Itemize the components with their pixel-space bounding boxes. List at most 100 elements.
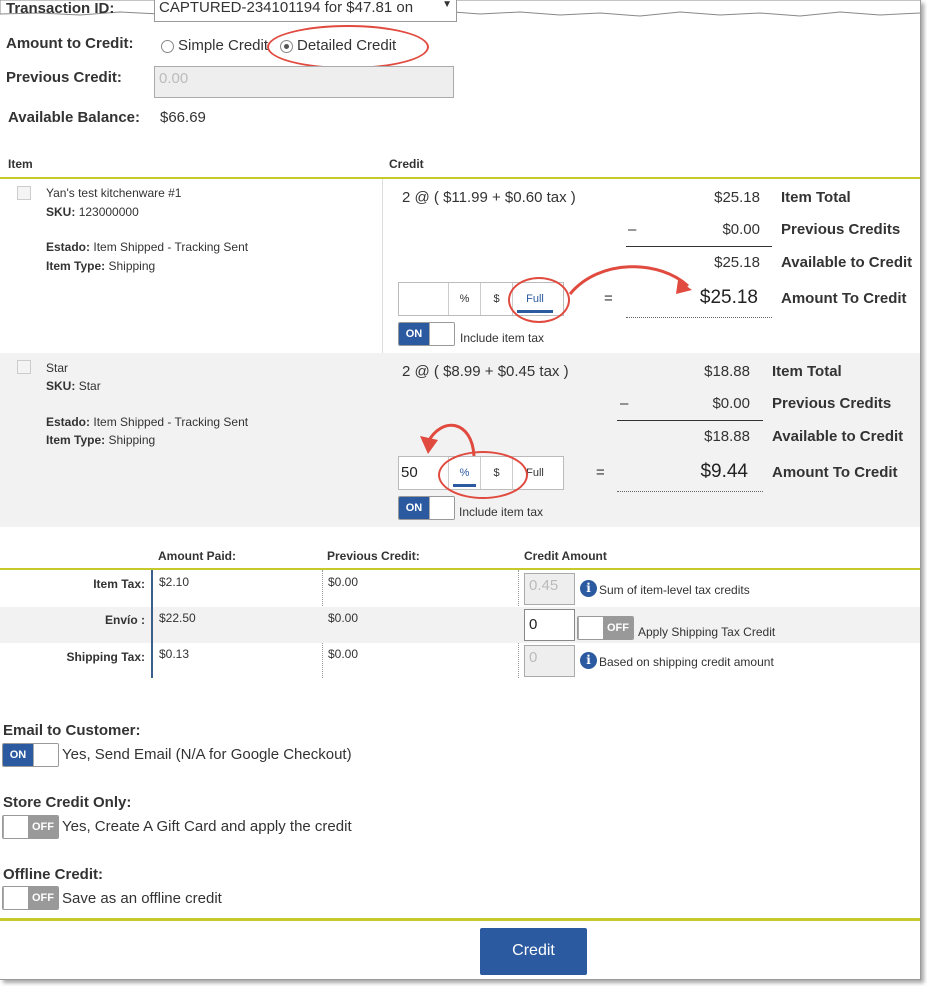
item-type-value: Shipping bbox=[108, 259, 156, 273]
item-name: Star bbox=[46, 361, 69, 375]
sku-value: 123000000 bbox=[78, 205, 139, 219]
row-paid: $22.50 bbox=[159, 611, 196, 625]
item-name: Yan's test kitchenware #1 bbox=[46, 186, 182, 200]
store-credit-toggle[interactable]: OFF bbox=[2, 815, 59, 839]
store-credit-text: Yes, Create A Gift Card and apply the cr… bbox=[62, 818, 352, 835]
row-label: Item Tax: bbox=[93, 577, 145, 591]
previous-credit-field: 0.00 bbox=[154, 66, 454, 98]
available-balance-label: Available Balance: bbox=[8, 109, 141, 126]
offline-text: Save as an offline credit bbox=[62, 890, 222, 907]
simple-credit-radio[interactable]: Simple Credit bbox=[161, 37, 268, 54]
row-previous: $0.00 bbox=[328, 647, 359, 661]
toggle-knob bbox=[33, 744, 58, 766]
row-note: Based on shipping credit amount bbox=[599, 655, 774, 669]
column-divider bbox=[151, 607, 153, 643]
toggle-on-label: ON bbox=[3, 744, 33, 766]
toggle-off-label: OFF bbox=[28, 816, 58, 838]
radio-icon bbox=[161, 39, 174, 53]
divider bbox=[626, 317, 772, 318]
item-total-value: $25.18 bbox=[714, 189, 760, 206]
toggle-knob bbox=[3, 887, 29, 909]
previous-credits-value: $0.00 bbox=[712, 395, 750, 412]
estado-label: Estado: bbox=[46, 415, 91, 429]
toggle-off-label: OFF bbox=[603, 617, 633, 639]
col-previous-credit: Previous Credit: bbox=[327, 549, 420, 563]
qty-price: 2 @ ( $8.99 + $0.45 tax ) bbox=[402, 363, 569, 380]
sku-label: SKU: bbox=[46, 205, 76, 219]
amount-to-credit-label: Amount To Credit bbox=[772, 464, 898, 481]
qty-price: 2 @ ( $11.99 + $0.60 tax ) bbox=[402, 189, 576, 206]
item-type-label: Item Type: bbox=[46, 433, 106, 447]
include-tax-label: Include item tax bbox=[460, 331, 545, 345]
divider bbox=[617, 420, 763, 421]
email-label: Email to Customer: bbox=[3, 722, 141, 739]
divider bbox=[626, 246, 772, 247]
include-tax-toggle[interactable]: ON bbox=[398, 322, 455, 346]
row-previous: $0.00 bbox=[328, 575, 359, 589]
sku-value: Star bbox=[78, 379, 101, 393]
previous-credits-label: Previous Credits bbox=[781, 221, 901, 238]
simple-credit-label: Simple Credit bbox=[178, 37, 269, 54]
row-label: Shipping Tax: bbox=[66, 650, 145, 664]
row-paid: $2.10 bbox=[159, 575, 190, 589]
item-type-label: Item Type: bbox=[46, 259, 106, 273]
toggle-knob bbox=[578, 617, 604, 639]
percent-option[interactable]: % bbox=[449, 283, 481, 315]
col-credit-amount: Credit Amount bbox=[524, 549, 607, 563]
minus-sign: – bbox=[620, 395, 629, 412]
transaction-select[interactable]: CAPTURED-234101194 for $47.81 on ▼ bbox=[154, 0, 457, 22]
offline-label: Offline Credit: bbox=[3, 866, 103, 883]
item-image-icon bbox=[17, 186, 31, 200]
row-paid: $0.13 bbox=[159, 647, 190, 661]
estado-label: Estado: bbox=[46, 240, 91, 254]
equals-sign: = bbox=[596, 464, 605, 481]
email-toggle[interactable]: ON bbox=[2, 743, 59, 767]
divider bbox=[617, 491, 763, 492]
toggle-on-label: ON bbox=[399, 497, 429, 519]
item-row: Yan's test kitchenware #1 SKU: 123000000… bbox=[0, 179, 920, 353]
available-label: Available to Credit bbox=[781, 254, 913, 271]
info-icon: i bbox=[580, 652, 597, 669]
previous-credits-label: Previous Credits bbox=[772, 395, 892, 412]
item-tax-credit-field: 0.45 bbox=[524, 573, 575, 605]
offline-toggle[interactable]: OFF bbox=[2, 886, 59, 910]
credit-form: Transaction ID: CAPTURED-234101194 for $… bbox=[0, 0, 921, 980]
toggle-on-label: ON bbox=[399, 323, 429, 345]
amount-to-credit-value: $9.44 bbox=[700, 461, 748, 482]
available-balance-value: $66.69 bbox=[160, 109, 206, 126]
row-previous: $0.00 bbox=[328, 611, 359, 625]
estado-value: Item Shipped - Tracking Sent bbox=[93, 240, 249, 254]
shipping-tax-credit-field: 0 bbox=[524, 645, 575, 677]
credit-button[interactable]: Credit bbox=[480, 928, 587, 975]
item-type-value: Shipping bbox=[108, 433, 156, 447]
divider bbox=[0, 918, 920, 921]
shipping-credit-input[interactable]: 0 bbox=[524, 609, 575, 641]
item-total-label: Item Total bbox=[772, 363, 842, 380]
toggle-knob bbox=[429, 497, 454, 519]
item-total-label: Item Total bbox=[781, 189, 851, 206]
col-item-header: Item bbox=[8, 157, 33, 171]
annotation-arrow bbox=[568, 265, 692, 295]
toggle-off-label: OFF bbox=[28, 887, 58, 909]
transaction-id-label: Transaction ID: bbox=[6, 0, 115, 17]
sku-label: SKU: bbox=[46, 379, 76, 393]
toggle-knob bbox=[3, 816, 29, 838]
column-divider bbox=[382, 179, 383, 353]
previous-credit-label: Previous Credit: bbox=[6, 69, 122, 86]
include-tax-toggle[interactable]: ON bbox=[398, 496, 455, 520]
estado-value: Item Shipped - Tracking Sent bbox=[93, 415, 249, 429]
apply-shipping-tax-toggle[interactable]: OFF bbox=[577, 616, 634, 640]
amount-to-credit-label: Amount to Credit: bbox=[6, 35, 134, 52]
amount-to-credit-label: Amount To Credit bbox=[781, 290, 907, 307]
col-credit-header: Credit bbox=[389, 157, 424, 171]
row-note: Apply Shipping Tax Credit bbox=[638, 625, 776, 639]
item-image-icon bbox=[17, 360, 31, 374]
include-tax-label: Include item tax bbox=[459, 505, 544, 519]
row-note: Sum of item-level tax credits bbox=[599, 583, 750, 597]
annotation-circle bbox=[267, 25, 429, 69]
store-credit-label: Store Credit Only: bbox=[3, 794, 132, 811]
minus-sign: – bbox=[628, 221, 637, 238]
transaction-select-value: CAPTURED-234101194 for $47.81 on bbox=[159, 0, 414, 16]
credit-amount-input[interactable] bbox=[399, 283, 449, 315]
divider bbox=[0, 568, 920, 570]
